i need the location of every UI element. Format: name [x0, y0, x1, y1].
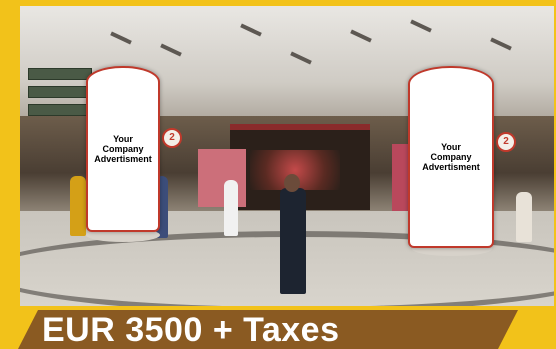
ceiling-light	[110, 31, 132, 45]
ceiling-light	[410, 19, 432, 33]
kiosk-left: Your Company Advertisment	[86, 66, 160, 232]
ceiling-light	[240, 23, 262, 37]
kiosk-right-label: Your Company Advertisment	[422, 142, 480, 172]
person	[516, 192, 532, 242]
person-head	[284, 174, 300, 192]
person	[224, 180, 238, 236]
pillar-number-right: 2	[496, 132, 516, 152]
ceiling-light	[290, 51, 312, 65]
kiosk-right: Your Company Advertisment	[408, 66, 494, 248]
pillar-number-left: 2	[162, 128, 182, 148]
direction-sign	[28, 68, 92, 80]
person	[280, 188, 306, 294]
advert-frame: 2 2 Your Company Advertisment Your Compa…	[0, 0, 556, 349]
direction-sign	[28, 86, 92, 98]
price-text: EUR 3500 + Taxes	[42, 311, 340, 349]
direction-sign	[28, 104, 92, 116]
person	[70, 176, 86, 236]
kiosk-left-label: Your Company Advertisment	[94, 134, 152, 164]
wall-ad-left	[198, 149, 246, 207]
ceiling-light	[350, 29, 372, 43]
ceiling-light	[490, 37, 512, 51]
ceiling-light	[160, 43, 182, 57]
